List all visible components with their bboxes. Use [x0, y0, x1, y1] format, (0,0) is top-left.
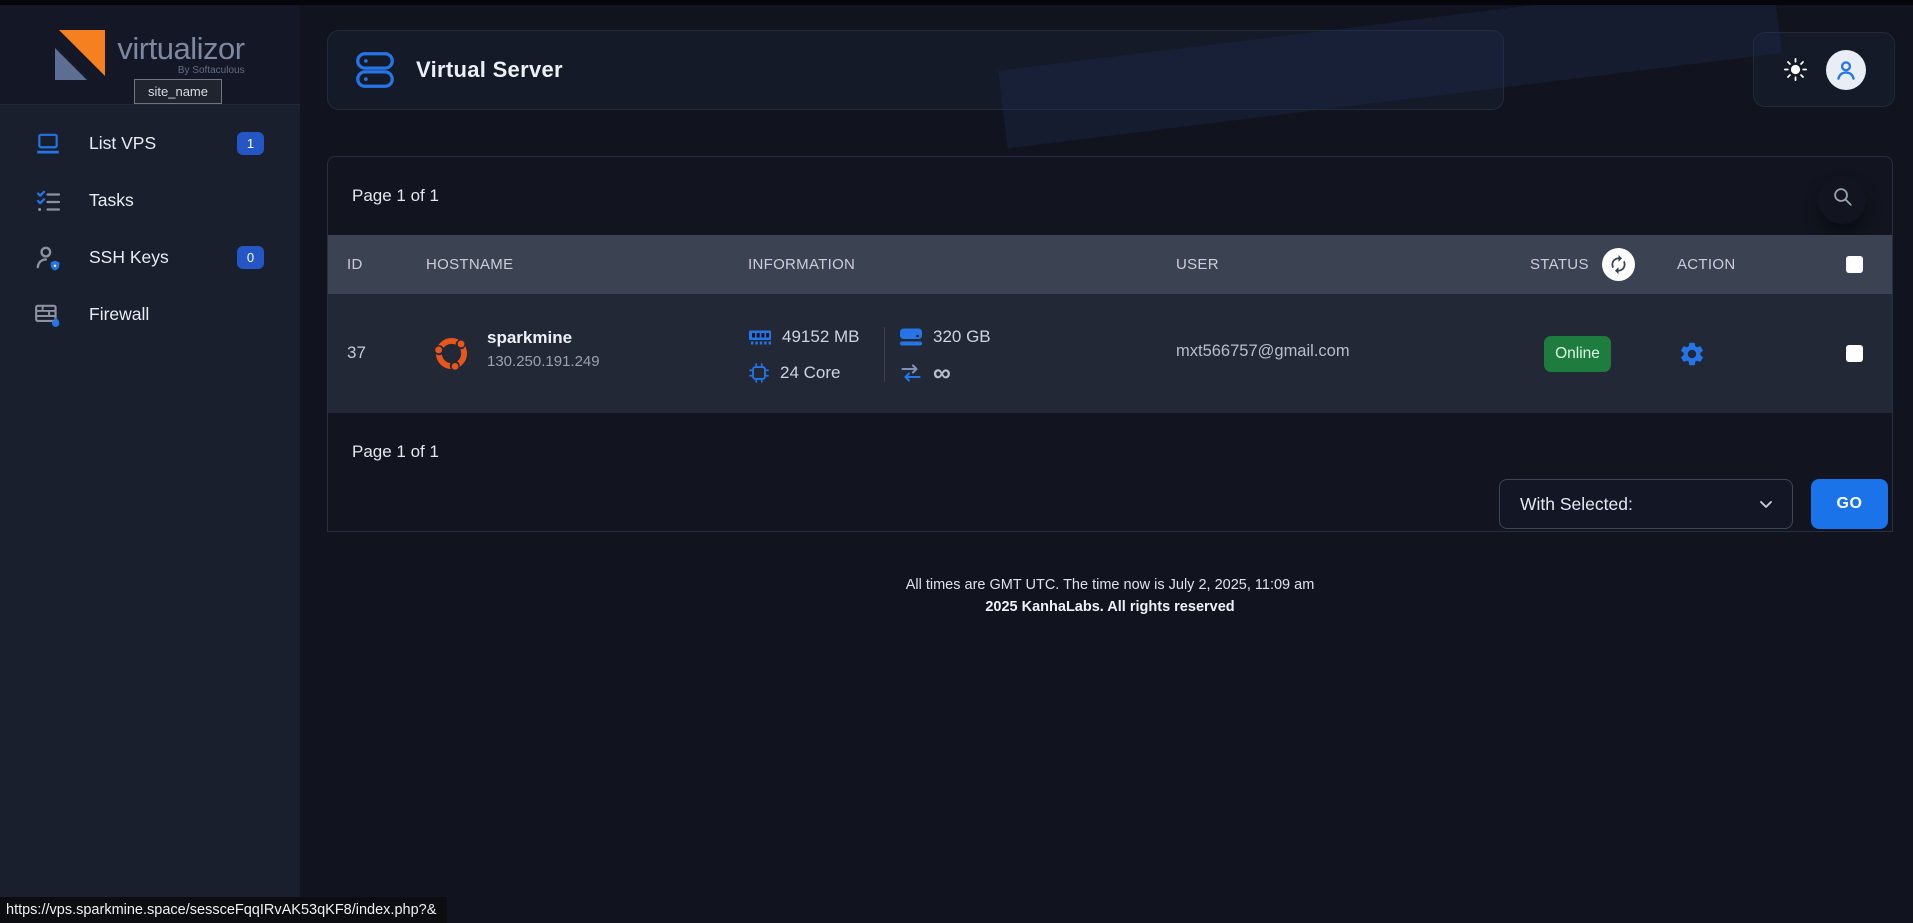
- vps-user-email: mxt566757@gmail.com: [1176, 342, 1350, 361]
- vps-hostname-link[interactable]: sparkmine: [487, 328, 600, 348]
- select-all-checkbox[interactable]: [1846, 256, 1863, 273]
- page-title: Virtual Server: [416, 57, 563, 83]
- user-avatar[interactable]: [1826, 50, 1866, 90]
- with-selected-dropdown[interactable]: With Selected:: [1499, 479, 1793, 529]
- table-header-row: ID HOSTNAME INFORMATION USER STATUS ACTI…: [328, 235, 1892, 294]
- table-row: 37 sparkmine 130.250.191.249: [328, 294, 1892, 413]
- logo-tooltip: site_name: [134, 79, 222, 104]
- vps-cpu: 24 Core: [780, 363, 840, 383]
- ubuntu-os-icon: [429, 331, 474, 376]
- laptop-icon: [33, 131, 63, 157]
- gear-icon: [1678, 340, 1706, 368]
- column-action: ACTION: [1677, 235, 1735, 294]
- sidebar-item-label: Firewall: [89, 304, 149, 325]
- column-id: ID: [347, 235, 363, 294]
- list-vps-count-badge: 1: [237, 132, 264, 155]
- main-content: Virtual Server Page 1 of 1: [300, 5, 1913, 923]
- sidebar-item-label: SSH Keys: [89, 247, 169, 268]
- with-selected-label: With Selected:: [1520, 494, 1633, 515]
- pagination-bottom: Page 1 of 1: [352, 442, 439, 462]
- sidebar-item-label: Tasks: [89, 190, 134, 211]
- column-hostname: HOSTNAME: [426, 235, 513, 294]
- vps-table-panel: Page 1 of 1 ID HOSTNAME INFORMATION USER…: [327, 156, 1893, 532]
- ssh-keys-count-badge: 0: [237, 246, 264, 269]
- refresh-status-button[interactable]: [1602, 248, 1635, 281]
- table-topbar: Page 1 of 1: [328, 157, 1892, 235]
- row-select-checkbox[interactable]: [1846, 345, 1863, 362]
- sidebar-item-tasks[interactable]: Tasks: [0, 172, 300, 229]
- browser-status-url: https://vps.sparkmine.space/sessceFqqIRv…: [0, 897, 447, 923]
- status-badge: Online: [1544, 336, 1611, 372]
- vps-ram: 49152 MB: [782, 327, 860, 347]
- search-button[interactable]: [1816, 170, 1868, 222]
- vps-disk: 320 GB: [933, 327, 991, 347]
- sidebar-item-label: List VPS: [89, 133, 156, 154]
- pagination-top: Page 1 of 1: [352, 186, 439, 206]
- vps-id: 37: [347, 343, 366, 363]
- cpu-icon: [748, 362, 770, 384]
- browser-top-edge: [0, 0, 1913, 5]
- tasks-icon: [33, 189, 63, 213]
- sidebar-nav: List VPS 1 Tasks: [0, 105, 300, 343]
- refresh-icon: [1608, 254, 1629, 275]
- logo-subtitle: By Softaculous: [178, 65, 245, 76]
- column-user: USER: [1176, 235, 1219, 294]
- go-button[interactable]: GO: [1811, 479, 1888, 529]
- theme-toggle-sun-icon[interactable]: [1783, 57, 1808, 82]
- virtualizor-logo-icon: [55, 30, 105, 80]
- info-divider: [884, 327, 885, 382]
- footer: All times are GMT UTC. The time now is J…: [327, 577, 1893, 615]
- search-halo: [1818, 176, 1866, 224]
- sidebar-item-firewall[interactable]: Firewall: [0, 286, 300, 343]
- sidebar: virtualizor By Softaculous site_name Lis…: [0, 5, 300, 923]
- topbar-controls: [1753, 32, 1895, 107]
- firewall-icon: [33, 301, 63, 329]
- chevron-down-icon: [1756, 494, 1776, 514]
- ssh-keys-icon: [33, 244, 63, 272]
- server-stack-icon: [352, 47, 398, 93]
- sidebar-item-ssh-keys[interactable]: SSH Keys 0: [0, 229, 300, 286]
- vps-ip-address: 130.250.191.249: [487, 353, 600, 370]
- ram-icon: [748, 328, 772, 346]
- vps-bandwidth-infinity: ∞: [933, 363, 951, 383]
- column-information: INFORMATION: [748, 235, 855, 294]
- disk-icon: [899, 327, 923, 347]
- logo-text: virtualizor: [117, 34, 244, 64]
- person-icon: [1833, 57, 1859, 83]
- footer-copyright: 2025 KanhaLabs. All rights reserved: [327, 599, 1893, 615]
- vps-settings-button[interactable]: [1678, 340, 1706, 368]
- column-status: STATUS: [1530, 235, 1589, 294]
- footer-time-text: All times are GMT UTC. The time now is J…: [327, 577, 1893, 593]
- page-header: Virtual Server: [327, 30, 1504, 110]
- sidebar-item-list-vps[interactable]: List VPS 1: [0, 115, 300, 172]
- bandwidth-transfer-icon: [899, 363, 923, 383]
